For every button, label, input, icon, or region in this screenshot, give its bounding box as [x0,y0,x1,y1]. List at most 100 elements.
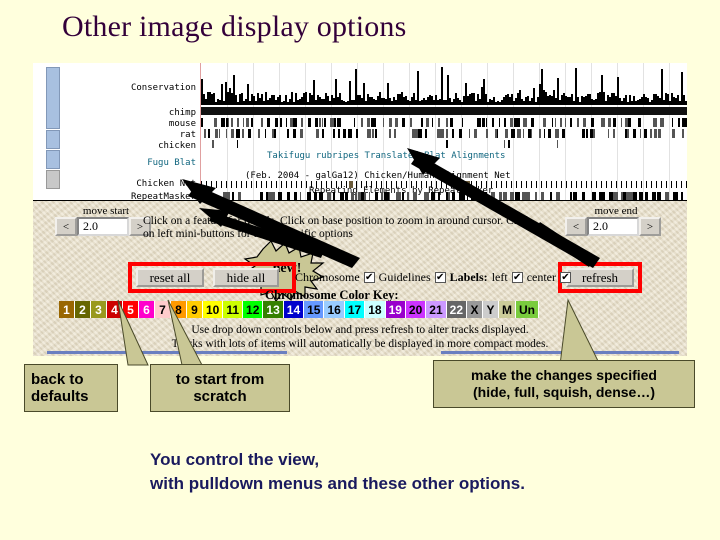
labels-center-checkbox[interactable]: ✔ [560,272,571,283]
chromosome-swatch-label: 22 [449,302,463,317]
refresh-button[interactable]: refresh [566,268,634,287]
chromosome-swatch-5[interactable]: 5 [123,301,139,318]
chromosome-swatch-label: 16 [327,302,341,317]
chromosome-swatch-11[interactable]: 11 [223,301,244,318]
track-label-conservation[interactable]: Conservation [131,84,196,93]
chromosome-swatch-label: 3 [95,302,102,317]
chromosome-swatch-label: 20 [408,302,423,317]
chromosome-swatch-4[interactable]: 4 [107,301,123,318]
chromosome-swatch-22[interactable]: 22 [446,301,467,318]
track-label-fugu-blat[interactable]: Fugu Blat [147,159,196,168]
chromosome-swatch-19[interactable]: 19 [385,301,406,318]
callout-back-to-defaults-text: back to defaults [31,371,89,405]
chromosome-swatch-2[interactable]: 2 [75,301,91,318]
track-label-chicken-net[interactable]: Chicken Net [136,180,196,189]
chromosome-swatch-m[interactable]: M [499,301,516,318]
chromosome-swatch-label: 12 [246,302,260,317]
slide-caption: You control the view, with pulldown menu… [150,448,525,496]
chromosome-swatch-13[interactable]: 13 [263,301,284,318]
chromosome-swatch-label: 1 [63,302,70,317]
conservation-histogram [201,67,687,105]
chimp-alignment-band [201,107,687,115]
mini-button-conservation[interactable] [46,67,60,129]
track-label-chimp[interactable]: chimp [169,109,196,118]
labels-group-label: Labels: [449,270,488,284]
chromosome-checkbox[interactable]: ✔ [363,272,375,283]
chromosome-swatch-label: 7 [159,302,166,317]
chromosome-swatch-label: 2 [79,302,86,317]
chromosome-swatch-16[interactable]: 16 [324,301,345,318]
display-options-row[interactable]: Chromosome ✔ Guidelines ✔ Labels: left ✔… [295,270,575,285]
callout-back-to-defaults: back to defaults [24,364,118,412]
chromosome-swatch-label: Un [519,302,535,317]
chromosome-swatch-10[interactable]: 10 [203,301,224,318]
move-start-input[interactable]: 2.0 [77,217,129,236]
track-label-rat[interactable]: rat [180,131,196,140]
chromosome-swatch-label: 5 [127,302,134,317]
chromosome-swatch-label: X [470,302,479,317]
chromosome-swatch-label: Y [486,302,495,317]
callout-make-changes: make the changes specified (hide, full, s… [433,360,695,408]
labels-left-label: left [491,270,508,284]
track-label-mouse[interactable]: mouse [169,120,196,129]
chromosome-swatch-label: 9 [191,302,198,317]
mini-button-fugu-blat[interactable] [46,130,60,149]
page-title: Other image display options [62,10,407,43]
footer-note-1: Use drop down controls below and press r… [191,324,529,336]
divider-bar-right [441,351,679,354]
move-start-label: move start [82,205,130,217]
chromosome-checkbox-label: Chromosome [295,270,360,284]
mini-button-repeatmasker[interactable] [46,170,60,189]
instructions-line-1: Click on a feature for details. Click on… [143,215,532,227]
chromosome-swatch-label: 21 [429,302,443,317]
labels-left-checkbox[interactable]: ✔ [511,272,523,283]
chromosome-swatch-label: 8 [175,302,182,317]
chromosome-color-key[interactable]: 1 2 3 4 5 6 7 8 9 10 11 12 13 14 15 16 17 18 19 20 21 22 X Y M Un [59,301,539,318]
track-label-column: Conservation chimp mouse rat chicken Fug… [63,63,198,201]
labels-center-label: center [526,270,556,284]
chromosome-swatch-18[interactable]: 18 [365,301,386,318]
chromosome-swatch-15[interactable]: 15 [304,301,325,318]
hide-all-button[interactable]: hide all [213,268,279,287]
chromosome-swatch-14[interactable]: 14 [283,301,305,318]
chromosome-swatch-8[interactable]: 8 [171,301,187,318]
track-label-repeatmasker[interactable]: RepeatMasker [131,193,196,201]
chromosome-swatch-y[interactable]: Y [483,301,499,318]
move-end-input[interactable]: 2.0 [587,217,639,236]
chromosome-swatch-12[interactable]: 12 [243,301,264,318]
chromosome-swatch-label: 14 [286,302,301,317]
move-start-control[interactable]: move start < 2.0 > [55,205,157,236]
chromosome-swatch-1[interactable]: 1 [59,301,75,318]
fugu-blat-header: Takifugu rubripes Translated Blat Alignm… [267,151,506,161]
chromosome-swatch-3[interactable]: 3 [91,301,107,318]
chicken-net-header: (Feb. 2004 - galGa12) Chicken/Human Alig… [245,171,511,181]
move-start-prev-button[interactable]: < [55,217,77,236]
chromosome-swatch-label: 13 [266,302,280,317]
move-end-control[interactable]: move end < 2.0 > [565,205,667,236]
chromosome-swatch-label: 19 [388,302,402,317]
chromosome-swatch-9[interactable]: 9 [187,301,203,318]
move-end-prev-button[interactable]: < [565,217,587,236]
chromosome-swatch-x[interactable]: X [467,301,483,318]
track-canvas: Conservation chimp mouse rat chicken Fug… [33,63,687,201]
chromosome-swatch-21[interactable]: 21 [426,301,447,318]
chromosome-swatch-un[interactable]: Un [516,301,539,318]
callout-make-changes-text: make the changes specified (hide, full, s… [471,367,657,400]
track-label-chicken[interactable]: chicken [158,142,196,151]
callout-start-from-scratch: to start from scratch [150,364,290,412]
move-end-next-button[interactable]: > [639,217,661,236]
chromosome-swatch-17[interactable]: 17 [344,301,366,318]
mini-button-chicken-net[interactable] [46,150,60,169]
caption-line-2: with pulldown menus and these other opti… [150,474,525,493]
track-data-area[interactable]: Takifugu rubripes Translated Blat Alignm… [200,63,687,200]
guidelines-checkbox[interactable]: ✔ [434,272,446,283]
chromosome-swatch-6[interactable]: 6 [139,301,155,318]
chromosome-swatch-label: 10 [206,302,220,317]
chromosome-swatch-label: 11 [226,302,240,317]
track-mini-buttons[interactable] [46,67,60,190]
chromosome-swatch-label: 4 [111,302,118,317]
reset-all-button[interactable]: reset all [136,268,204,287]
chromosome-swatch-7[interactable]: 7 [155,301,171,318]
chromosome-swatch-label: M [502,302,512,317]
chromosome-swatch-20[interactable]: 20 [405,301,427,318]
